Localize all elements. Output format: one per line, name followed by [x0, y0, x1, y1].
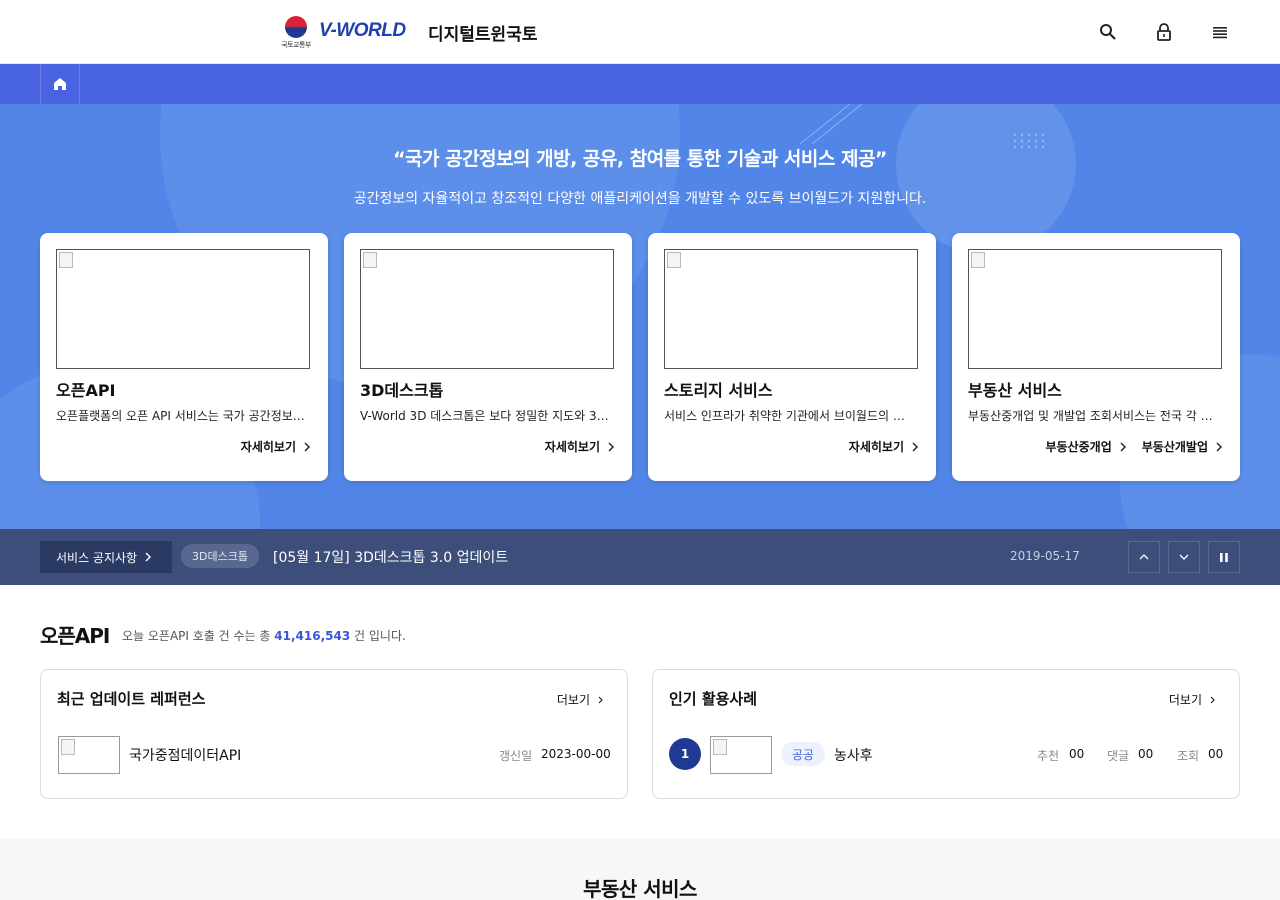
updated-date-label: 갱신일 — [499, 749, 533, 763]
home-icon — [54, 78, 66, 90]
openapi-call-count-text: 오늘 오픈API 호출 건 수는 총 41,416,543 건 입니다. — [122, 627, 406, 644]
realestate-section-title: 부동산 서비스 — [583, 877, 697, 900]
chevron-right-icon — [145, 552, 152, 562]
case-category-tag: 공공 — [781, 742, 826, 766]
notice-pause-button[interactable] — [1208, 541, 1240, 573]
card-title: 오픈API — [56, 381, 116, 400]
service-card-storage[interactable]: 스토리지 서비스 서비스 인프라가 취약한 기관에서 브이월드의 인프라를 활용… — [648, 233, 936, 481]
header: 국토교통부 V-WORLD 디지털트윈국토 — [0, 0, 1280, 64]
card-description: 오픈플랫폼의 오픈 API 서비스는 국가 공간정보를 활용할 수 있도록 제공… — [56, 409, 306, 423]
comment-count: 00 — [1138, 747, 1154, 761]
service-card-realestate[interactable]: 부동산 서비스 부동산중개업 및 개발업 조회서비스는 전국 각 지역의 정보를… — [952, 233, 1240, 481]
openapi-section-title: 오픈API — [40, 624, 110, 648]
card-description: 부동산중개업 및 개발업 조회서비스는 전국 각 지역의 정보를 제공합니다 — [968, 409, 1218, 423]
hero-section: “국가 공간정보의 개방, 공유, 참여를 통한 기술과 서비스 제공” 공간정… — [0, 104, 1280, 529]
realestate-section: 부동산 서비스 — [0, 839, 1280, 900]
pause-icon — [1220, 552, 1228, 562]
service-card-3d-desktop[interactable]: 3D데스크톱 V-World 3D 데스크톱은 보다 정밀한 지도와 3D 공간… — [344, 233, 632, 481]
rank-badge: 1 — [669, 738, 701, 770]
decorative-lines — [800, 104, 863, 144]
chevron-down-icon — [1179, 554, 1189, 560]
reference-item-name[interactable]: 국가중점데이터API — [129, 745, 241, 765]
updated-date: 2023-00-00 — [541, 747, 611, 761]
logo-suffix[interactable]: 디지털트윈국토 — [428, 20, 537, 45]
recommend-label: 추천 — [1037, 749, 1060, 763]
vworld-logo[interactable]: V-WORLD — [319, 20, 406, 42]
lock-icon[interactable] — [1152, 20, 1176, 44]
view-count: 00 — [1208, 747, 1224, 761]
card-description: 서비스 인프라가 취약한 기관에서 브이월드의 인프라를 활용합니다 — [664, 409, 914, 423]
popular-more-link[interactable]: 더보기 — [1169, 691, 1215, 708]
notice-button-label: 서비스 공지사항 — [56, 550, 138, 565]
case-thumbnail[interactable] — [710, 736, 772, 774]
chevron-right-icon — [1216, 442, 1222, 451]
home-button[interactable] — [40, 64, 80, 104]
card-detail-link[interactable]: 자세히보기 — [849, 438, 918, 455]
notice-headline-link[interactable]: [05월 17일] 3D데스크톱 3.0 업데이트 — [273, 547, 508, 567]
nav-bar — [0, 64, 1280, 104]
recent-more-link[interactable]: 더보기 — [557, 691, 603, 708]
count-suffix: 건 입니다. — [350, 629, 406, 643]
notice-bar: 서비스 공지사항 3D데스크톱 [05월 17일] 3D데스크톱 3.0 업데이… — [0, 529, 1280, 585]
card-detail-link[interactable]: 자세히보기 — [241, 438, 310, 455]
view-label: 조회 — [1177, 749, 1200, 763]
card-image — [56, 249, 310, 369]
link-label: 자세히보기 — [544, 440, 600, 454]
menu-icon[interactable] — [1208, 20, 1232, 44]
government-emblem-logo[interactable]: 국토교통부 — [281, 16, 311, 49]
service-notice-button[interactable]: 서비스 공지사항 — [40, 541, 172, 573]
search-icon[interactable] — [1096, 20, 1120, 44]
panel-title: 최근 업데이트 레퍼런스 — [57, 690, 206, 708]
realestate-broker-link[interactable]: 부동산중개업 — [1046, 438, 1126, 455]
reference-thumbnail[interactable] — [58, 736, 120, 774]
count-prefix: 오늘 오픈API 호출 건 수는 총 — [122, 629, 275, 643]
case-item-name[interactable]: 농사후 — [834, 745, 873, 765]
chevron-right-icon — [1120, 442, 1126, 451]
hero-subtitle: 공간정보의 자율적이고 창조적인 다양한 애플리케이션을 개발할 수 있도록 브… — [353, 191, 927, 207]
link-label: 자세히보기 — [848, 440, 904, 454]
card-image — [968, 249, 1222, 369]
comment-label: 댓글 — [1107, 749, 1130, 763]
recent-reference-panel: 최근 업데이트 레퍼런스 더보기 국가중점데이터API 갱신일 2023-00-… — [40, 669, 628, 799]
service-card-openapi[interactable]: 오픈API 오픈플랫폼의 오픈 API 서비스는 국가 공간정보를 활용할 수 … — [40, 233, 328, 481]
chevron-right-icon — [598, 696, 603, 703]
link-label: 부동산개발업 — [1141, 440, 1208, 454]
popular-cases-panel: 인기 활용사례 더보기 1 공공 농사후 추천 00 댓글 00 조회 00 — [652, 669, 1240, 799]
card-title: 3D데스크톱 — [360, 381, 444, 400]
notice-category-tag: 3D데스크톱 — [181, 544, 259, 568]
chevron-right-icon — [912, 442, 918, 451]
notice-date: 2019-05-17 — [1010, 549, 1080, 563]
card-title: 스토리지 서비스 — [664, 381, 773, 400]
decorative-circle — [896, 104, 1076, 254]
recommend-count: 00 — [1069, 747, 1085, 761]
panel-title: 인기 활용사례 — [669, 690, 758, 708]
link-label: 자세히보기 — [240, 440, 296, 454]
more-label: 더보기 — [1168, 693, 1202, 707]
card-description: V-World 3D 데스크톱은 보다 정밀한 지도와 3D 공간정보를 제공합… — [360, 409, 610, 423]
chevron-up-icon — [1139, 554, 1149, 560]
emblem-text: 국토교통부 — [281, 41, 311, 49]
more-label: 더보기 — [556, 693, 590, 707]
taegeuk-icon — [285, 16, 307, 38]
realestate-developer-link[interactable]: 부동산개발업 — [1142, 438, 1222, 455]
card-image — [360, 249, 614, 369]
chevron-right-icon — [608, 442, 614, 451]
card-title: 부동산 서비스 — [968, 381, 1062, 400]
card-detail-link[interactable]: 자세히보기 — [545, 438, 614, 455]
notice-prev-button[interactable] — [1128, 541, 1160, 573]
notice-next-button[interactable] — [1168, 541, 1200, 573]
chevron-right-icon — [1210, 696, 1215, 703]
link-label: 부동산중개업 — [1045, 440, 1112, 454]
card-image — [664, 249, 918, 369]
chevron-right-icon — [304, 442, 310, 451]
api-call-count: 41,416,543 — [274, 629, 351, 643]
hero-title: “국가 공간정보의 개방, 공유, 참여를 통한 기술과 서비스 제공” — [393, 148, 887, 170]
